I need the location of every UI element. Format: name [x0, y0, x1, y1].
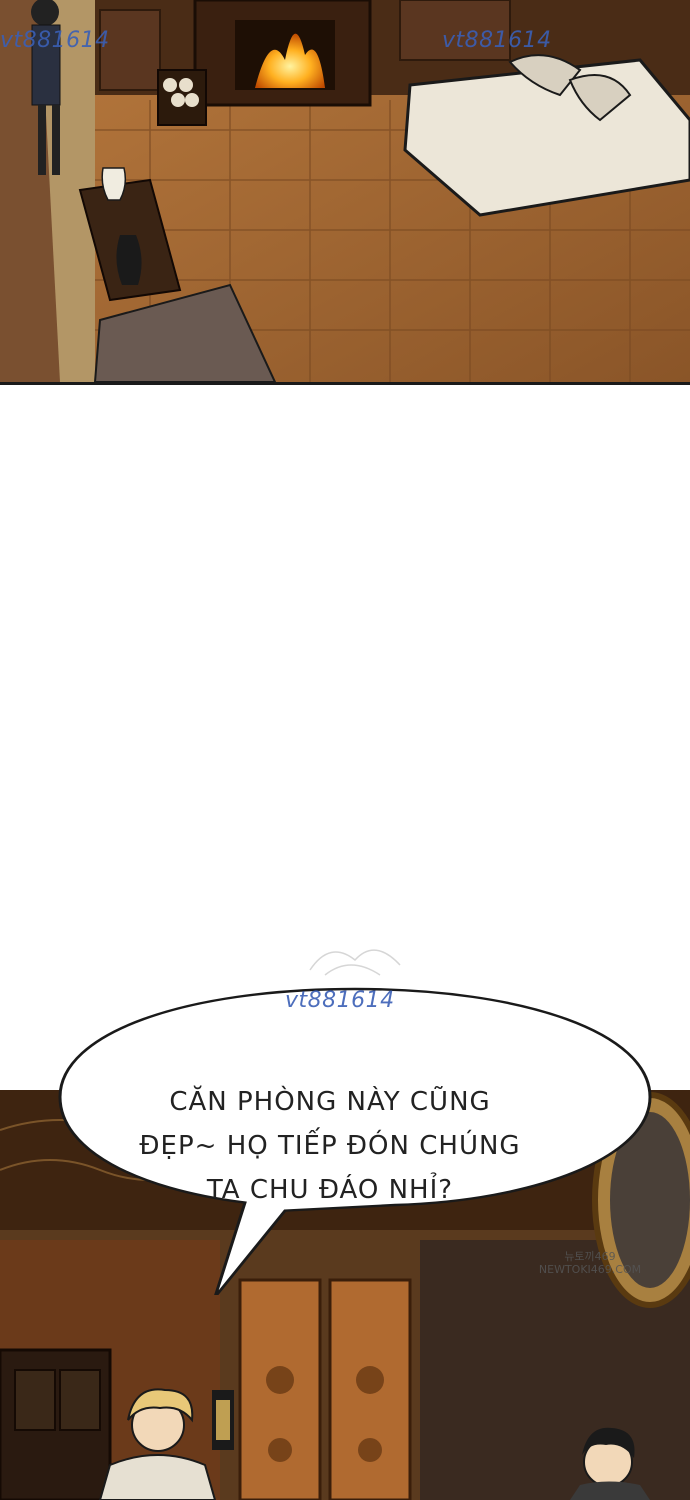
site-watermark-url: NEWTOKI469.COM [538, 1263, 642, 1276]
watermark-top-right: vt881614 [442, 28, 552, 53]
watermark-middle: vt881614 [285, 988, 395, 1013]
site-watermark-korean: 뉴토끼469 [564, 1250, 616, 1263]
faint-sketch [309, 949, 401, 976]
speech-bubble-text: CĂN PHÒNG NÀY CŨNG ĐẸP~ HỌ TIẾP ĐÓN CHÚN… [95, 1080, 565, 1212]
bubble-line-2: ĐẸP~ HỌ TIẾP ĐÓN CHÚNG [139, 1131, 521, 1161]
top-comic-panel: vt881614 vt881614 [0, 0, 690, 385]
bubble-line-1: CĂN PHÒNG NÀY CŨNG [169, 1087, 491, 1117]
bedroom-illustration [0, 0, 690, 382]
watermark-top-left: vt881614 [0, 28, 110, 53]
site-watermark: 뉴토끼469 NEWTOKI469.COM [525, 1250, 655, 1276]
bubble-line-3: TA CHU ĐÁO NHỈ? [206, 1175, 454, 1205]
